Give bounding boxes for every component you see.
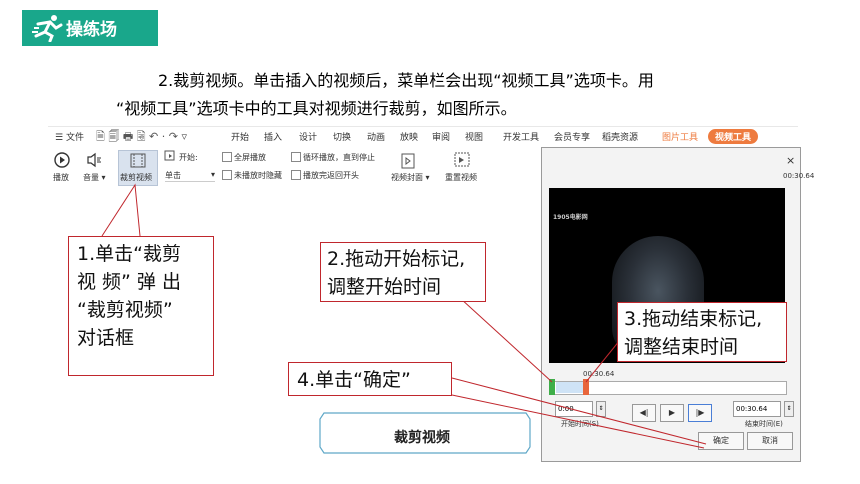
fullscreen-label: 全屏播放 [234,153,266,162]
loop-checkbox[interactable] [291,152,301,162]
runner-icon [32,15,63,42]
tab-design[interactable]: 设计 [299,130,317,143]
tab-review[interactable]: 审阅 [432,130,450,143]
callout-1-line-4: 对话框 [77,327,135,349]
callout-1-line-3: “裁剪视频” [77,299,173,321]
rewind-label: 播放完返回开头 [303,171,359,180]
start-label: 开始: [179,153,198,162]
play-label: 播放 [53,173,69,182]
current-time: 00:30.64 [583,370,615,378]
loop-label: 循环播放，直到停止 [303,153,375,162]
hide-label: 未播放时隐藏 [234,171,282,180]
caption: 裁剪视频 [394,430,450,446]
callout-3: 3.拖动结束标记, 调整结束时间 [617,302,787,362]
callout-2: 2.拖动开始标记, 调整开始时间 [320,242,486,302]
dialog-duration: 00:30.64 [783,172,815,180]
tab-transition[interactable]: 切换 [333,130,351,143]
volume-icon[interactable] [84,151,104,169]
tab-start[interactable]: 开始 [231,130,249,143]
volume-label[interactable]: 音量 ▾ [83,172,106,183]
video-cover-label[interactable]: 视频封面 ▾ [391,172,430,183]
callout-3-line-2: 调整结束时间 [624,336,739,358]
instruction-line-1: 2.裁剪视频。单击插入的视频后，菜单栏会出现“视频工具”选项卡。用 [158,71,654,90]
trim-selection [556,382,584,393]
callout-1-line-2: 视 频” 弹 出 [77,271,181,293]
tab-picture-tools[interactable]: 图片工具 [662,130,698,143]
rewind-checkbox[interactable] [291,170,301,180]
ok-button[interactable]: 确定 [698,432,744,450]
start-select[interactable]: 单击 ▾ [165,170,215,182]
start-marker-handle[interactable] [549,379,555,395]
tab-video-tools[interactable]: 视频工具 [708,129,759,144]
end-time-spinner[interactable]: ⇕ [784,401,794,417]
quick-access-icons[interactable]: 🗎 🗐 🖶 🗟 ↶ · ↷ ▿ [96,128,187,147]
file-menu[interactable]: ☰ 文件 [55,130,84,143]
play-button[interactable]: ▶ [660,404,684,422]
end-time-label: 结束时间(E) [745,420,783,428]
start-time-spinner[interactable]: ⇕ [596,401,606,417]
start-time-label: 开始时间(S) [561,420,599,428]
callout-1-line-1: 1.单击“裁剪 [77,243,181,265]
start-time-input[interactable]: 0:00 [555,401,593,417]
reset-video-icon[interactable] [452,151,472,169]
end-marker-handle[interactable] [583,379,589,395]
prev-frame-button[interactable]: ◀| [632,404,656,422]
hide-checkbox[interactable] [222,170,232,180]
next-frame-button[interactable]: |▶ [688,404,712,422]
cancel-button[interactable]: 取消 [747,432,793,450]
tab-slideshow[interactable]: 放映 [400,130,418,143]
callout-2-line-2: 调整开始时间 [327,276,442,298]
trim-video-icon [130,153,146,168]
callout-3-line-1: 3.拖动结束标记, [624,308,763,330]
callout-2-line-1: 2.拖动开始标记, [327,248,466,270]
tab-docer[interactable]: 稻壳资源 [602,130,638,143]
callout-1: 1.单击“裁剪 视 频” 弹 出 “裁剪视频” 对话框 [68,236,214,376]
tab-view[interactable]: 视图 [465,130,483,143]
trim-video-label: 裁剪视频 [120,173,152,182]
tab-member[interactable]: 会员专享 [554,130,590,143]
tab-animation[interactable]: 动画 [367,130,385,143]
callout-4: 4.单击“确定” [288,362,452,396]
tab-dev-tools[interactable]: 开发工具 [503,130,539,143]
section-title: 操练场 [66,20,117,40]
end-time-input[interactable]: 00:30.64 [733,401,781,417]
reset-video-label: 重置视频 [445,173,477,182]
start-icon [164,150,175,161]
play-icon[interactable] [52,151,72,169]
video-watermark: 1905电影网 [553,214,588,221]
instruction-line-2: “视频工具”选项卡中的工具对视频进行裁剪，如图所示。 [116,99,517,118]
tab-insert[interactable]: 插入 [264,130,282,143]
fullscreen-checkbox[interactable] [222,152,232,162]
video-cover-icon[interactable] [398,152,418,170]
close-icon[interactable]: × [786,154,795,167]
